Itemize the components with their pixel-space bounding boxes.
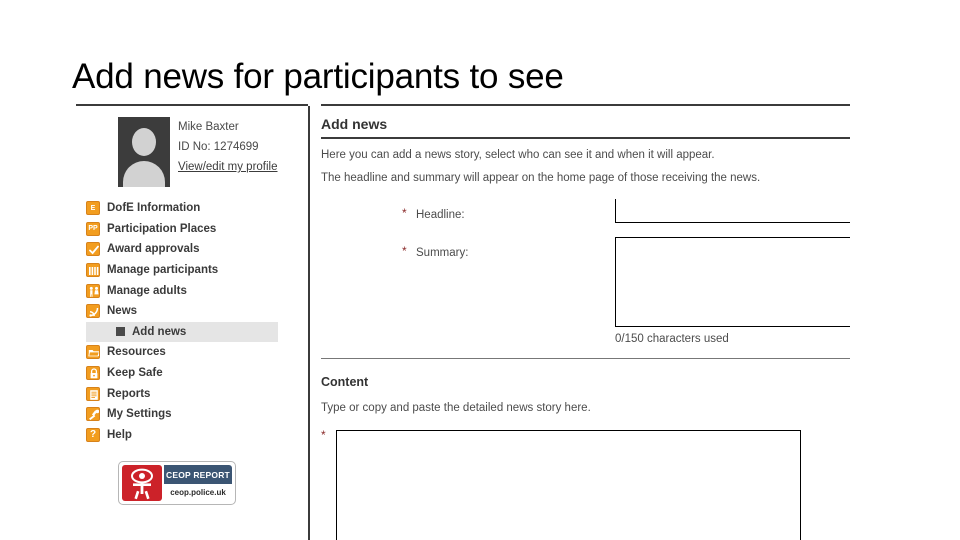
participation-places-icon: PP bbox=[86, 221, 100, 236]
sidebar-item-label: DofE Information bbox=[107, 202, 201, 215]
my-settings-tools-icon bbox=[86, 407, 100, 422]
sidebar-item-dofe-information[interactable]: E DofE Information bbox=[76, 198, 308, 219]
required-marker: * bbox=[402, 244, 407, 258]
sidebar-item-label: Keep Safe bbox=[107, 367, 163, 380]
view-edit-profile-link[interactable]: View/edit my profile bbox=[178, 157, 304, 177]
avatar-body bbox=[123, 161, 165, 187]
reports-document-icon bbox=[86, 386, 100, 401]
intro-text-line-1: Here you can add a news story, select wh… bbox=[321, 149, 715, 161]
page-title: Add news for participants to see bbox=[72, 57, 564, 96]
summary-character-counter: 0/150 characters used bbox=[615, 333, 729, 345]
resources-folder-icon bbox=[86, 345, 100, 360]
ceop-report-badge[interactable]: CEOP REPORT ceop.police.uk bbox=[118, 461, 236, 505]
sidebar-item-label: Reports bbox=[107, 387, 151, 400]
sidebar: Mike Baxter ID No: 1274699 View/edit my … bbox=[76, 106, 308, 540]
news-rss-icon bbox=[86, 304, 100, 319]
required-marker: * bbox=[402, 206, 407, 220]
profile-text: Mike Baxter ID No: 1274699 View/edit my … bbox=[178, 117, 304, 177]
content-section-heading: Content bbox=[321, 375, 369, 389]
sidebar-item-my-settings[interactable]: My Settings bbox=[76, 404, 308, 425]
application-screenshot: Mike Baxter ID No: 1274699 View/edit my … bbox=[76, 104, 850, 540]
sidebar-item-award-approvals[interactable]: Award approvals bbox=[76, 239, 308, 260]
sidebar-item-label: Resources bbox=[107, 346, 166, 359]
help-question-icon: ? bbox=[86, 427, 100, 442]
sidebar-item-label: My Settings bbox=[107, 408, 172, 421]
sidebar-item-reports[interactable]: Reports bbox=[76, 383, 308, 404]
ceop-report-banner: CEOP REPORT bbox=[164, 465, 232, 484]
main-content: Add news Here you can add a news story, … bbox=[310, 106, 850, 540]
profile-block: Mike Baxter ID No: 1274699 View/edit my … bbox=[118, 117, 304, 189]
content-help-text: Type or copy and paste the detailed news… bbox=[321, 402, 591, 414]
sidebar-item-manage-adults[interactable]: Manage adults bbox=[76, 280, 308, 301]
sidebar-nav: E DofE Information PP Participation Plac… bbox=[76, 198, 308, 445]
sidebar-item-resources[interactable]: Resources bbox=[76, 342, 308, 363]
selected-bullet-icon bbox=[116, 327, 125, 337]
ceop-figure-icon bbox=[122, 465, 162, 501]
sidebar-item-keep-safe[interactable]: Keep Safe bbox=[76, 363, 308, 384]
headline-input[interactable] bbox=[615, 199, 850, 223]
avatar-head bbox=[132, 128, 156, 156]
summary-label: Summary: bbox=[416, 247, 469, 259]
sidebar-item-add-news[interactable]: Add news bbox=[86, 321, 278, 343]
headline-label: Headline: bbox=[416, 209, 465, 221]
summary-textarea[interactable] bbox=[615, 237, 850, 327]
section-divider bbox=[321, 358, 850, 359]
sidebar-item-label: Award approvals bbox=[107, 243, 200, 256]
sidebar-item-news[interactable]: News bbox=[76, 301, 308, 322]
sidebar-item-participation-places[interactable]: PP Participation Places bbox=[76, 219, 308, 240]
sidebar-item-manage-participants[interactable]: Manage participants bbox=[76, 260, 308, 281]
panel-heading: Add news bbox=[321, 116, 388, 132]
sidebar-item-label: Help bbox=[107, 428, 132, 441]
award-approvals-icon bbox=[86, 242, 100, 257]
ceop-report-label: CEOP REPORT bbox=[166, 469, 230, 480]
sidebar-item-label: Participation Places bbox=[107, 222, 217, 235]
sidebar-item-label: Manage adults bbox=[107, 284, 187, 297]
ceop-url-label: ceop.police.uk bbox=[170, 488, 226, 497]
intro-text-line-2: The headline and summary will appear on … bbox=[321, 172, 761, 184]
profile-name: Mike Baxter bbox=[178, 121, 239, 133]
sidebar-item-help[interactable]: ? Help bbox=[76, 425, 308, 446]
content-textarea[interactable] bbox=[336, 430, 801, 540]
profile-id: ID No: 1274699 bbox=[178, 141, 259, 153]
required-marker: * bbox=[321, 428, 326, 442]
manage-adults-icon bbox=[86, 283, 100, 298]
sidebar-subitem-label: Add news bbox=[132, 325, 187, 338]
keep-safe-lock-icon bbox=[86, 366, 100, 381]
manage-participants-icon bbox=[86, 263, 100, 278]
panel-heading-rule bbox=[321, 137, 850, 139]
sidebar-item-label: News bbox=[107, 305, 138, 318]
avatar bbox=[118, 117, 170, 187]
sidebar-item-label: Manage participants bbox=[107, 264, 219, 277]
dofe-information-icon: E bbox=[86, 201, 100, 216]
